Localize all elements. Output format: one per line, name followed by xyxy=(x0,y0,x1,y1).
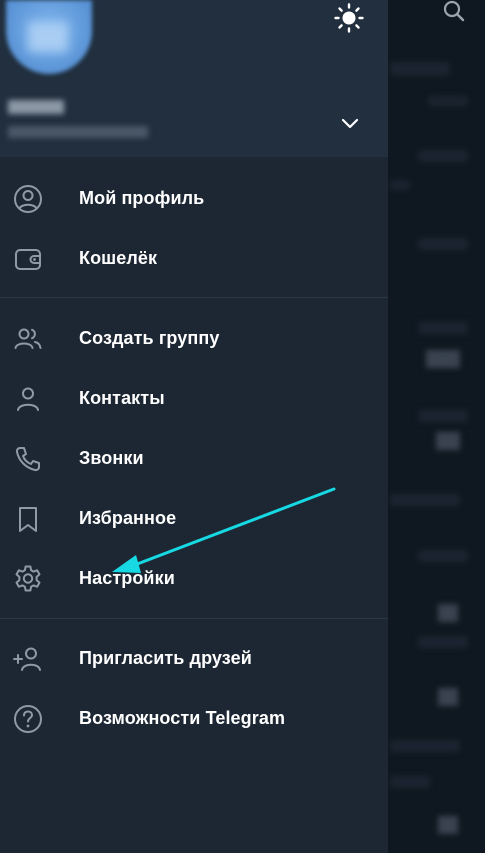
contact-icon xyxy=(17,387,39,411)
background-chat-list xyxy=(388,0,485,853)
menu-label: Настройки xyxy=(79,568,175,588)
menu-item-calls[interactable]: Звонки xyxy=(0,428,388,488)
menu-label: Звонки xyxy=(79,448,144,468)
menu-item-invite-friends[interactable]: Пригласить друзей xyxy=(0,628,388,688)
menu-item-my-profile[interactable]: Мой профиль xyxy=(0,168,388,228)
user-name xyxy=(8,100,64,114)
phone-icon xyxy=(15,447,40,472)
menu-item-saved-messages[interactable]: Избранное xyxy=(0,488,388,548)
chevron-down-icon[interactable] xyxy=(338,112,362,134)
menu-label: Кошелёк xyxy=(79,248,158,268)
menu-label: Избранное xyxy=(79,508,177,528)
drawer-header xyxy=(0,0,388,157)
search-icon[interactable] xyxy=(441,0,467,26)
question-icon xyxy=(14,705,42,733)
menu-label: Пригласить друзей xyxy=(79,648,252,668)
menu-label: Контакты xyxy=(79,388,165,408)
menu-label: Возможности Telegram xyxy=(79,708,286,728)
menu-item-create-group[interactable]: Создать группу xyxy=(0,308,388,368)
divider xyxy=(0,297,388,298)
bookmark-icon xyxy=(19,507,37,532)
gear-icon xyxy=(15,565,41,592)
menu-label: Мой профиль xyxy=(79,188,205,208)
user-phone xyxy=(8,126,148,138)
menu-item-telegram-features[interactable]: Возможности Telegram xyxy=(0,688,388,748)
theme-toggle-sun-icon[interactable] xyxy=(334,3,364,33)
menu-label: Создать группу xyxy=(79,328,220,348)
navigation-drawer: Мой профиль Кошелёк Создать группу Конта… xyxy=(0,0,388,853)
menu-item-settings[interactable]: Настройки xyxy=(0,548,388,608)
menu-item-wallet[interactable]: Кошелёк xyxy=(0,228,388,288)
divider xyxy=(0,618,388,619)
group-icon xyxy=(14,328,42,349)
wallet-icon xyxy=(15,249,41,270)
add-user-icon xyxy=(13,647,41,671)
menu-item-contacts[interactable]: Контакты xyxy=(0,368,388,428)
profile-icon xyxy=(14,185,42,213)
